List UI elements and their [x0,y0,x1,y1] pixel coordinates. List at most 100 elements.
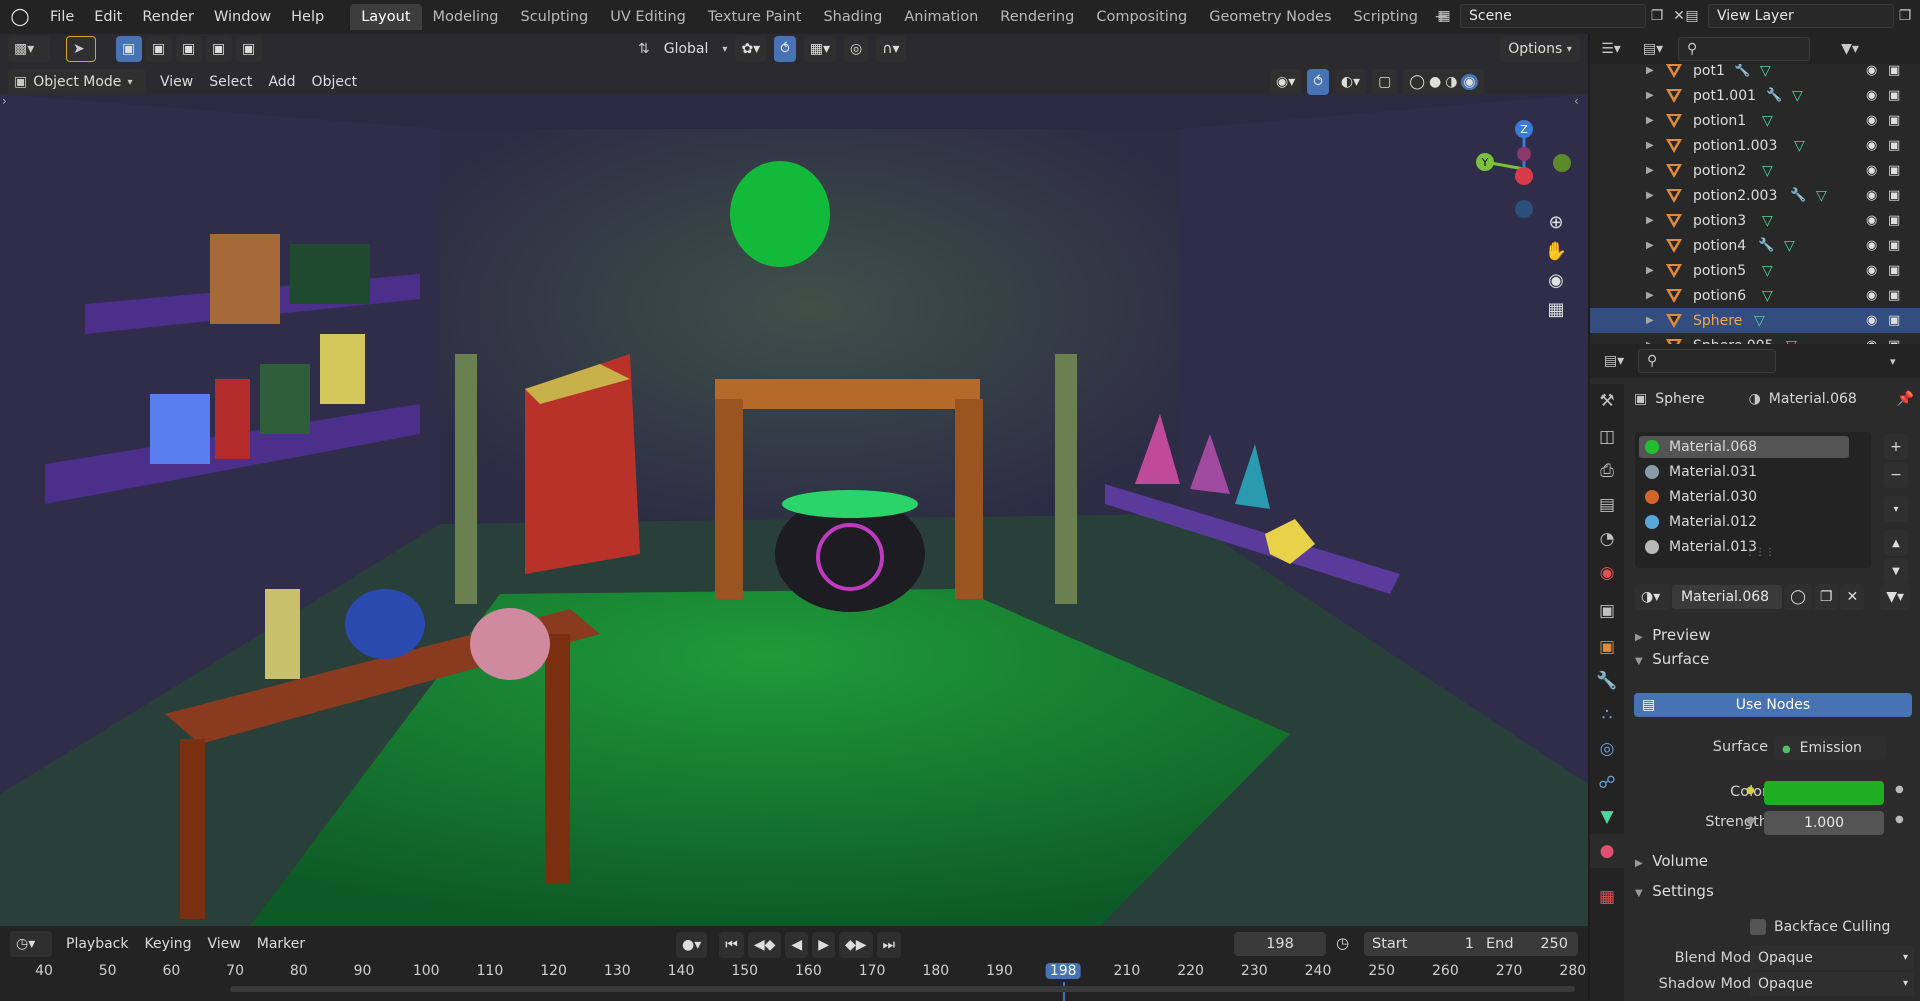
expand-arrow-icon[interactable]: ▶ [1646,215,1654,226]
eye-icon[interactable]: ◉ [1866,88,1877,103]
expand-arrow-icon[interactable]: ▶ [1646,65,1654,76]
gizmo-toggle-icon[interactable]: ⥀ [1307,69,1329,95]
viewport-menu-select[interactable]: Select [201,70,260,94]
eye-icon[interactable]: ◉ [1866,163,1877,178]
surface-shader-dropdown[interactable]: ● Emission [1774,736,1886,760]
eye-icon[interactable]: ◉ [1866,263,1877,278]
unlink-material-icon[interactable]: ✕ [1840,584,1865,610]
camera-render-icon[interactable]: ▣ [1888,63,1900,78]
timeline-scrollbar[interactable] [230,986,1575,992]
expand-arrow-icon[interactable]: ▶ [1646,265,1654,276]
use-nodes-button[interactable]: ▤ Use Nodes [1634,693,1912,717]
select-extend-icon[interactable]: ▣ [146,36,172,62]
tool-tab-icon[interactable]: ⚒ [1590,384,1624,418]
workspace-tab-uv-editing[interactable]: UV Editing [599,4,697,30]
navigation-gizmo[interactable]: Z Y [1470,114,1580,224]
strength-socket-icon[interactable]: ● [1746,815,1755,826]
visibility-icon[interactable]: ◉▾ [1270,69,1302,95]
render-tab-icon[interactable]: ◫ [1590,420,1624,454]
pan-hand-icon[interactable]: ✋ [1545,241,1567,262]
constraints-tab-icon[interactable]: ☍ [1590,766,1624,800]
shadow-mode-dropdown[interactable]: Opaque ▾ [1750,972,1914,996]
mesh-data-icon[interactable]: ▽ [1762,163,1773,179]
outliner-item-name[interactable]: potion1.003 [1693,138,1777,154]
camera-render-icon[interactable]: ▣ [1888,88,1900,103]
outliner-item-name[interactable]: potion1 [1693,113,1746,129]
menu-help[interactable]: Help [281,4,334,30]
keyframe-dot-icon[interactable]: ● [1895,784,1904,795]
outliner-row[interactable]: ▶ pot1.001 🔧 ▽ ◉ ▣ [1590,83,1920,108]
outliner-row[interactable]: ▶ potion2 ▽ ◉ ▣ [1590,158,1920,183]
editor-type-icon[interactable]: ▤▾ [1590,353,1638,369]
outliner-item-name[interactable]: potion6 [1693,288,1746,304]
viewport-menu-object[interactable]: Object [304,70,366,94]
modifier-icon[interactable]: 🔧 [1758,238,1774,253]
editor-type-button[interactable]: ▩▾ [8,36,50,62]
viewport-menu-view[interactable]: View [152,70,201,94]
chevron-down-icon[interactable]: ▾ [1890,355,1896,368]
new-view-layer-icon[interactable]: ❐ [1894,8,1916,24]
modifier-tab-icon[interactable]: 🔧 [1590,664,1624,698]
material-tab-icon[interactable]: ● [1590,834,1624,868]
object-tab-icon[interactable]: ▣ [1590,630,1624,664]
surface-section[interactable]: ▼ Surface [1635,650,1709,668]
filter-icon[interactable]: ▼▾ [1832,41,1868,57]
expand-arrow-icon[interactable]: ▶ [1646,115,1654,126]
scene-field[interactable]: Scene [1460,4,1646,28]
pin-icon[interactable]: 📌 [1897,391,1914,407]
mesh-data-icon[interactable]: ▽ [1754,313,1765,329]
modifier-icon[interactable]: 🔧 [1766,88,1782,103]
output-tab-icon[interactable]: ⎙ [1590,454,1624,488]
outliner-row[interactable]: ▶ potion3 ▽ ◉ ▣ [1590,208,1920,233]
select-intersect-icon[interactable]: ▣ [236,36,262,62]
select-new-icon[interactable]: ▣ [116,36,142,62]
menu-file[interactable]: File [40,4,84,30]
outliner-item-name[interactable]: potion5 [1693,263,1746,279]
3d-viewport[interactable]: Z Y ⊕ ✋ ◉ ▦ ‹ › [0,34,1588,926]
outliner-row[interactable]: ▶ potion4 🔧 ▽ ◉ ▣ [1590,233,1920,258]
workspace-tab-rendering[interactable]: Rendering [989,4,1085,30]
snap-target-icon[interactable]: ▦▾ [803,36,837,62]
material-slot[interactable]: Material.068 [1639,436,1849,458]
material-slot[interactable]: Material.013 [1639,536,1849,558]
outliner-row[interactable]: ▶ potion2.003 🔧 ▽ ◉ ▣ [1590,183,1920,208]
collection-tab-icon[interactable]: ▣ [1590,594,1624,628]
outliner-row[interactable]: ▶ potion6 ▽ ◉ ▣ [1590,283,1920,308]
eye-icon[interactable]: ◉ [1866,138,1877,153]
mesh-data-icon[interactable]: ▽ [1760,63,1771,79]
slot-specials-icon[interactable]: ▾ [1884,496,1908,522]
mode-dropdown[interactable]: ▣ Object Mode ▾ [8,69,146,95]
move-down-icon[interactable]: ▼ [1884,558,1908,584]
outliner-item-name[interactable]: potion2 [1693,163,1746,179]
emission-color-swatch[interactable] [1764,781,1884,805]
modifier-icon[interactable]: 🔧 [1790,188,1806,203]
camera-render-icon[interactable]: ▣ [1888,188,1900,203]
eye-icon[interactable]: ◉ [1866,213,1877,228]
mesh-data-icon[interactable]: ▽ [1794,138,1805,154]
workspace-tab-shading[interactable]: Shading [812,4,893,30]
eye-icon[interactable]: ◉ [1866,288,1877,303]
scene-icon[interactable]: ▦ [1428,8,1460,24]
particles-tab-icon[interactable]: ∴ [1590,698,1624,732]
mesh-data-icon[interactable]: ▽ [1784,238,1795,254]
grid-projection-icon[interactable]: ▦ [1547,299,1564,320]
mesh-data-icon[interactable]: ▽ [1762,113,1773,129]
workspace-tab-modeling[interactable]: Modeling [422,4,510,30]
display-mode-icon[interactable]: ▤▾ [1632,41,1674,57]
camera-render-icon[interactable]: ▣ [1888,213,1900,228]
workspace-tab-animation[interactable]: Animation [893,4,989,30]
color-socket-icon[interactable]: ● [1746,785,1755,796]
zoom-icon[interactable]: ⊕ [1548,212,1563,233]
workspace-tab-layout[interactable]: Layout [350,4,422,30]
eye-icon[interactable]: ◉ [1866,313,1877,328]
camera-render-icon[interactable]: ▣ [1888,263,1900,278]
outliner-item-name[interactable]: pot1 [1693,63,1725,79]
outliner-item-name[interactable]: Sphere [1693,313,1742,329]
expand-arrow-icon[interactable]: ▶ [1646,290,1654,301]
menu-edit[interactable]: Edit [84,4,132,30]
proportional-edit-icon[interactable]: ◎ [844,36,869,62]
expand-arrow-icon[interactable]: ▶ [1646,90,1654,101]
outliner-row[interactable]: ▶ potion5 ▽ ◉ ▣ [1590,258,1920,283]
expand-arrow-icon[interactable]: ▶ [1646,190,1654,201]
data-tab-icon[interactable]: ▼ [1590,800,1624,834]
